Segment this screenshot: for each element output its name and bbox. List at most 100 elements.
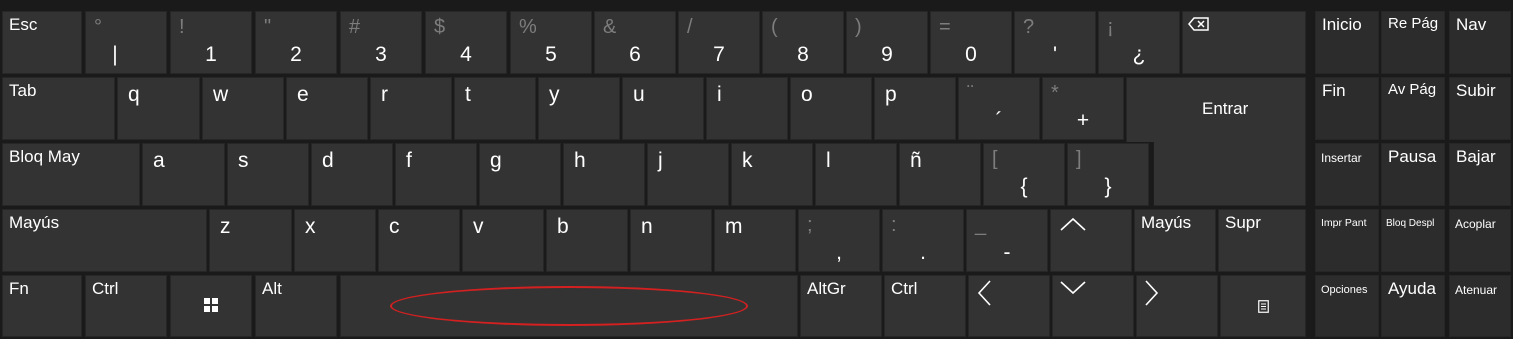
key-inicio[interactable]: Inicio [1315,11,1379,74]
key-b[interactable]: b [546,209,628,272]
key-primary: 6 [629,43,641,66]
key-equals[interactable]: = 0 [930,11,1012,74]
key-secondary: = [939,16,951,38]
key-enter[interactable]: Entrar [1126,77,1306,206]
key-t[interactable]: t [454,77,536,140]
key-n[interactable]: n [630,209,712,272]
key-esc[interactable]: Esc [2,11,82,74]
key-w[interactable]: w [202,77,284,140]
key-5[interactable]: $ 4 [425,11,507,74]
key-z[interactable]: z [209,209,292,272]
key-p[interactable]: p [874,77,956,140]
key-j[interactable]: j [647,143,729,206]
key-ayuda[interactable]: Ayuda [1381,275,1445,337]
key-av-pag[interactable]: Av Pág [1381,77,1445,140]
key-letter: v [473,215,484,238]
key-6[interactable]: % 5 [510,11,592,74]
key-letter: j [658,149,663,172]
key-shift-right[interactable]: Mayús [1134,209,1216,272]
key-minus[interactable]: _ - [966,209,1048,272]
key-x[interactable]: x [294,209,376,272]
key-opciones[interactable]: Opciones [1315,275,1379,337]
key-0[interactable]: ) 9 [846,11,928,74]
key-letter: g [490,149,502,172]
key-y[interactable]: y [538,77,620,140]
key-e[interactable]: e [286,77,368,140]
key-shift-left[interactable]: Mayús [2,209,207,272]
key-apostrophe[interactable]: ? ' [1014,11,1096,74]
key-s[interactable]: s [227,143,309,206]
key-o[interactable]: o [790,77,872,140]
key-insertar[interactable]: Insertar [1315,143,1379,206]
key-ctrl-left[interactable]: Ctrl [85,275,167,337]
key-9[interactable]: ( 8 [762,11,844,74]
key-secondary: ( [771,16,778,38]
key-k[interactable]: k [731,143,813,206]
key-period[interactable]: : . [882,209,964,272]
key-m[interactable]: m [714,209,796,272]
key-arrow-down[interactable] [1052,275,1134,337]
key-windows[interactable] [170,275,252,337]
key-8[interactable]: / 7 [678,11,760,74]
key-nav[interactable]: Nav [1449,11,1511,74]
key-2[interactable]: ! 1 [170,11,252,74]
key-a[interactable]: a [142,143,225,206]
key-fin[interactable]: Fin [1315,77,1379,140]
key-c[interactable]: c [378,209,460,272]
key-acute[interactable]: ¨ ´ [958,77,1040,140]
key-comma[interactable]: ; , [798,209,880,272]
key-4[interactable]: # 3 [340,11,422,74]
key-bajar[interactable]: Bajar [1449,143,1511,206]
key-re-pag[interactable]: Re Pág [1381,11,1445,74]
key-supr[interactable]: Supr [1218,209,1306,272]
key-atenuar[interactable]: Atenuar [1449,275,1511,337]
key-left-brace[interactable]: [ { [983,143,1065,206]
key-label: Subir [1456,81,1496,100]
key-label: Acoplar [1455,217,1496,231]
key-arrow-left[interactable] [968,275,1050,337]
key-7[interactable]: & 6 [594,11,676,74]
key-alt[interactable]: Alt [255,275,337,337]
chevron-down-icon [1060,281,1086,295]
key-h[interactable]: h [563,143,645,206]
key-1[interactable]: ° | 1 [85,11,167,74]
key-v[interactable]: v [462,209,544,272]
key-g[interactable]: g [479,143,561,206]
key-secondary: ° [94,16,102,38]
key-altgr[interactable]: AltGr [800,275,882,337]
key-letter: h [574,149,586,172]
key-u[interactable]: u [622,77,704,140]
key-letter: e [297,83,309,106]
key-letter: a [153,149,165,172]
key-fn[interactable]: Fn [2,275,82,337]
key-space[interactable] [340,275,798,337]
key-secondary: [ [992,148,998,170]
key-letter: b [557,215,569,238]
key-arrow-right[interactable] [1136,275,1218,337]
key-enye[interactable]: ñ [899,143,981,206]
key-l[interactable]: l [815,143,897,206]
key-letter: c [389,215,400,238]
key-secondary: _ [975,214,987,236]
key-inverted-question[interactable]: ¡ ¿ [1098,11,1180,74]
key-backspace[interactable] [1182,11,1306,74]
key-bloq-despl[interactable]: Bloq Despl [1381,209,1445,272]
key-f[interactable]: f [395,143,477,206]
key-ctrl-right[interactable]: Ctrl [884,275,966,337]
key-right-brace[interactable]: ] } [1067,143,1149,206]
key-subir[interactable]: Subir [1449,77,1511,140]
key-menu[interactable] [1220,275,1306,337]
key-arrow-up[interactable] [1050,209,1132,272]
key-q[interactable]: q [117,77,200,140]
key-impr-pant[interactable]: Impr Pant [1315,209,1379,272]
key-acoplar[interactable]: Acoplar [1449,209,1511,272]
key-d[interactable]: d [311,143,393,206]
key-tab[interactable]: Tab [2,77,115,140]
key-pausa[interactable]: Pausa [1381,143,1445,206]
key-i[interactable]: i [706,77,788,140]
key-plus[interactable]: * + [1042,77,1124,140]
key-r[interactable]: r [370,77,452,140]
key-capslock[interactable]: Bloq May [2,143,140,206]
key-3[interactable]: " 2 [255,11,337,74]
key-label: Pausa [1388,147,1437,166]
